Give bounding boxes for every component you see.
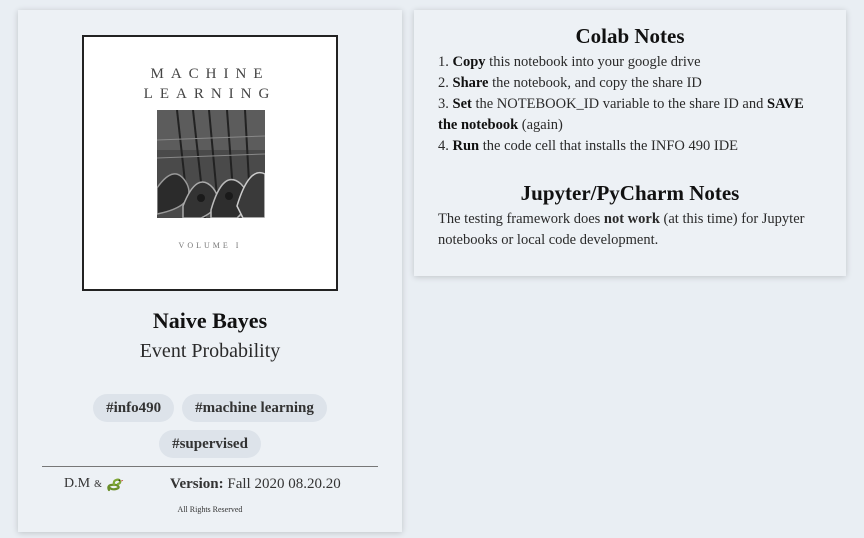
version-label: Version: bbox=[170, 476, 224, 492]
step-keyword: Set bbox=[452, 96, 472, 112]
version-info: Version: Fall 2020 08.20.20 bbox=[170, 476, 341, 493]
divider bbox=[42, 466, 378, 467]
step-text-2: (again) bbox=[518, 117, 563, 133]
tag-machine-learning[interactable]: #machine learning bbox=[182, 394, 327, 422]
step-text: the notebook, and copy the share ID bbox=[488, 75, 702, 91]
cover-guitar-art bbox=[157, 110, 265, 218]
cover-title-line1: MACHINE bbox=[150, 66, 270, 82]
rights-notice: All Rights Reserved bbox=[177, 505, 243, 514]
cover-volume-label: VOLUME I bbox=[178, 241, 242, 250]
tag-list: #info490 #machine learning #supervised bbox=[58, 394, 362, 458]
colab-notes-heading: Colab Notes bbox=[575, 24, 685, 48]
author-name: D.M bbox=[64, 476, 91, 491]
colab-step-3: 3. Set the NOTEBOOK_ID variable to the s… bbox=[438, 94, 822, 136]
colab-steps-list: 1. Copy this notebook into your google d… bbox=[438, 52, 822, 157]
version-value: Fall 2020 08.20.20 bbox=[227, 476, 341, 492]
tag-supervised[interactable]: #supervised bbox=[159, 430, 261, 458]
step-text: the NOTEBOOK_ID variable to the share ID… bbox=[471, 96, 767, 112]
step-number: 2. bbox=[438, 75, 449, 91]
author-credit: D.M & bbox=[64, 476, 124, 492]
colab-step-2: 2. Share the notebook, and copy the shar… bbox=[438, 73, 822, 94]
course-card: MACHINE LEARNING VOLUME I Naive Bayes Ev… bbox=[18, 10, 402, 532]
book-cover-image: MACHINE LEARNING VOLUME I bbox=[82, 35, 338, 291]
step-number: 4. bbox=[438, 138, 449, 154]
cover-title: MACHINE LEARNING bbox=[84, 64, 336, 104]
step-keyword: Copy bbox=[452, 54, 486, 70]
tag-info490[interactable]: #info490 bbox=[93, 394, 175, 422]
step-number: 1. bbox=[438, 54, 449, 70]
lesson-subtitle: Event Probability bbox=[139, 340, 281, 362]
jupyter-notes-heading: Jupyter/PyCharm Notes bbox=[520, 181, 740, 205]
step-number: 3. bbox=[438, 96, 449, 112]
step-text: the code cell that installs the INFO 490… bbox=[479, 138, 739, 154]
notes-card: Colab Notes 1. Copy this notebook into y… bbox=[414, 10, 846, 276]
colab-step-1: 1. Copy this notebook into your google d… bbox=[438, 52, 822, 73]
snake-icon bbox=[107, 478, 123, 492]
lesson-title: Naive Bayes bbox=[152, 308, 268, 333]
author-amp: & bbox=[94, 478, 102, 490]
cover-title-line2: LEARNING bbox=[143, 86, 277, 102]
step-keyword: Share bbox=[452, 75, 489, 91]
step-keyword: Run bbox=[452, 138, 480, 154]
colab-step-4: 4. Run the code cell that installs the I… bbox=[438, 136, 822, 157]
jupyter-text-bold: not work bbox=[603, 211, 660, 227]
step-text: this notebook into your google drive bbox=[485, 54, 701, 70]
jupyter-notes-text: The testing framework does not work (at … bbox=[438, 209, 822, 251]
jupyter-text-pre: The testing framework does bbox=[438, 211, 604, 227]
